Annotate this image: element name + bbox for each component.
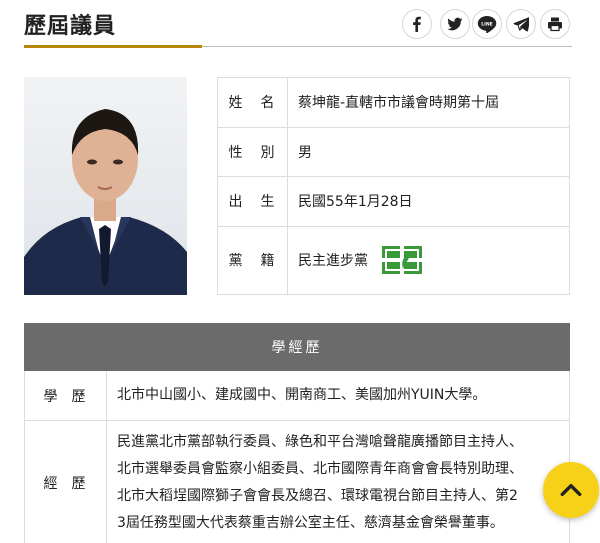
background-header: 學經歷 (24, 323, 570, 371)
party-value: 民主進步黨 (298, 253, 368, 270)
table-row: 學歷 北市中山國小、建成國中、開南商工、美國加州YUIN大學。 (24, 370, 570, 421)
table-header-row: 學經歷 (24, 323, 570, 371)
facebook-share-button[interactable] (402, 9, 432, 39)
gender-value: 男 (287, 126, 570, 178)
page-title: 歷屆議員 (24, 14, 117, 39)
title-accent-bar (24, 45, 202, 48)
twitter-share-button[interactable] (440, 9, 470, 39)
education-value: 北市中山國小、建成國中、開南商工、美國加州YUIN大學。 (106, 370, 570, 421)
background-table: 學經歷 學歷 北市中山國小、建成國中、開南商工、美國加州YUIN大學。 經歷 民… (24, 323, 570, 543)
profile-table: 姓 名 蔡坤龍-直轄市市議會時期第十屆 性 別 男 出 生 民國55年1月28日… (217, 77, 570, 296)
svg-text:LINE: LINE (481, 22, 493, 28)
telegram-share-button[interactable] (506, 9, 536, 39)
table-row: 黨 籍 民主進步黨 (217, 225, 570, 296)
twitter-icon (447, 17, 463, 31)
experience-line: 北市大稻埕國際獅子會會長及總召、環球電視台節目主持人、第2 (117, 488, 518, 504)
telegram-icon (513, 16, 529, 32)
birth-label: 出 生 (217, 176, 288, 227)
education-label: 學歷 (24, 370, 107, 421)
facebook-icon (413, 16, 421, 32)
party-logo-icon (382, 246, 422, 275)
back-to-top-button[interactable] (543, 462, 599, 518)
party-cell: 民主進步黨 (287, 225, 570, 296)
table-row: 姓 名 蔡坤龍-直轄市市議會時期第十屆 (217, 77, 570, 128)
page-header: 歷屆議員 LINE (22, 0, 572, 50)
gender-label: 性 別 (217, 126, 288, 178)
experience-line: 民進黨北市黨部執行委員、綠色和平台灣嗆聲龍廣播節目主持人、 (117, 434, 523, 450)
party-label: 黨 籍 (217, 225, 288, 296)
councilor-photo (24, 77, 187, 295)
experience-line: 北市選舉委員會監察小組委員、北市國際青年商會會長特別助理、 (117, 461, 523, 477)
experience-value: 民進黨北市黨部執行委員、綠色和平台灣嗆聲龍廣播節目主持人、 北市選舉委員會監察小… (106, 420, 570, 543)
experience-line: 3屆任務型國大代表蔡重吉辦公室主任、慈濟基金會榮譽董事。 (117, 515, 504, 531)
table-row: 性 別 男 (217, 126, 570, 178)
line-icon: LINE (477, 16, 497, 33)
birth-value: 民國55年1月28日 (287, 176, 570, 227)
name-label: 姓 名 (217, 77, 288, 128)
print-icon (548, 17, 562, 32)
line-share-button[interactable]: LINE (472, 9, 502, 39)
chevron-up-icon (560, 483, 582, 497)
print-button[interactable] (540, 9, 570, 39)
table-row: 出 生 民國55年1月28日 (217, 176, 570, 227)
table-row: 經歷 民進黨北市黨部執行委員、綠色和平台灣嗆聲龍廣播節目主持人、 北市選舉委員會… (24, 420, 570, 543)
experience-label: 經歷 (24, 420, 107, 543)
name-value: 蔡坤龍-直轄市市議會時期第十屆 (287, 77, 570, 128)
